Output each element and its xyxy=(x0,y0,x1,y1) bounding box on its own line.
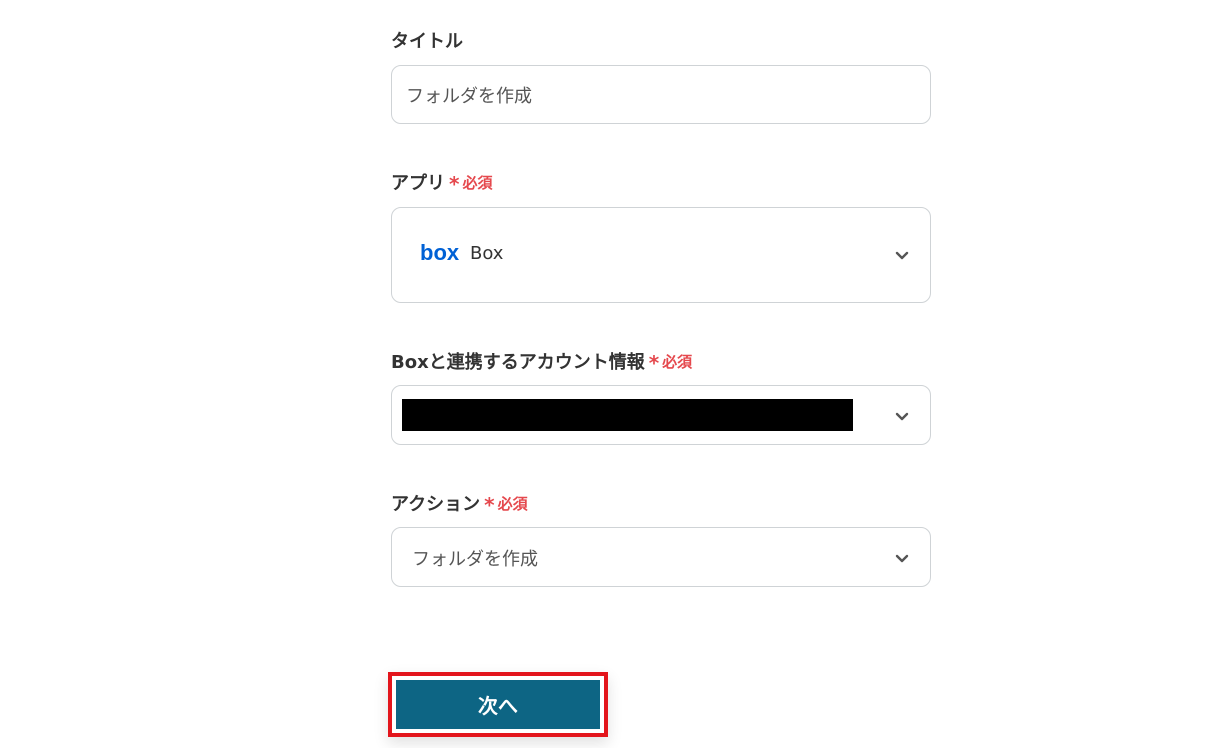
required-text: 必須 xyxy=(662,352,693,371)
required-text: 必須 xyxy=(497,494,528,513)
chevron-down-icon[interactable] xyxy=(894,408,910,424)
account-select[interactable] xyxy=(391,385,931,445)
next-button-highlight: 次へ xyxy=(388,672,608,737)
title-input-value[interactable]: フォルダを作成 xyxy=(406,82,532,108)
action-select[interactable]: フォルダを作成 xyxy=(391,527,931,587)
action-select-value: フォルダを作成 xyxy=(412,549,538,570)
next-button[interactable]: 次へ xyxy=(396,680,600,729)
title-label-text: タイトル xyxy=(391,31,463,52)
asterisk-icon: * xyxy=(484,493,495,517)
required-badge: * 必須 xyxy=(484,493,528,517)
chevron-down-icon[interactable] xyxy=(894,550,910,566)
required-text: 必須 xyxy=(462,173,493,192)
action-label-text: アクション xyxy=(391,494,481,515)
asterisk-icon: * xyxy=(648,351,660,375)
svg-text:box: box xyxy=(420,241,460,265)
app-label: アプリ * 必須 xyxy=(391,169,492,195)
app-label-text: アプリ xyxy=(391,173,445,194)
app-select-value: Box xyxy=(470,243,504,264)
redacted-account-value xyxy=(402,399,853,431)
title-label: タイトル xyxy=(391,27,463,53)
required-badge: * 必須 xyxy=(449,172,493,196)
chevron-down-icon[interactable] xyxy=(894,247,910,263)
account-label-text: Boxと連携するアカウント情報 xyxy=(391,352,645,373)
account-label: Boxと連携するアカウント情報 * 必須 xyxy=(391,348,692,374)
box-logo-icon: box xyxy=(420,240,460,269)
action-label: アクション * 必須 xyxy=(391,490,528,516)
title-input[interactable]: フォルダを作成 xyxy=(391,65,931,124)
asterisk-icon: * xyxy=(449,172,460,196)
app-select[interactable]: box Box xyxy=(391,207,931,303)
required-badge: * 必須 xyxy=(648,351,693,375)
